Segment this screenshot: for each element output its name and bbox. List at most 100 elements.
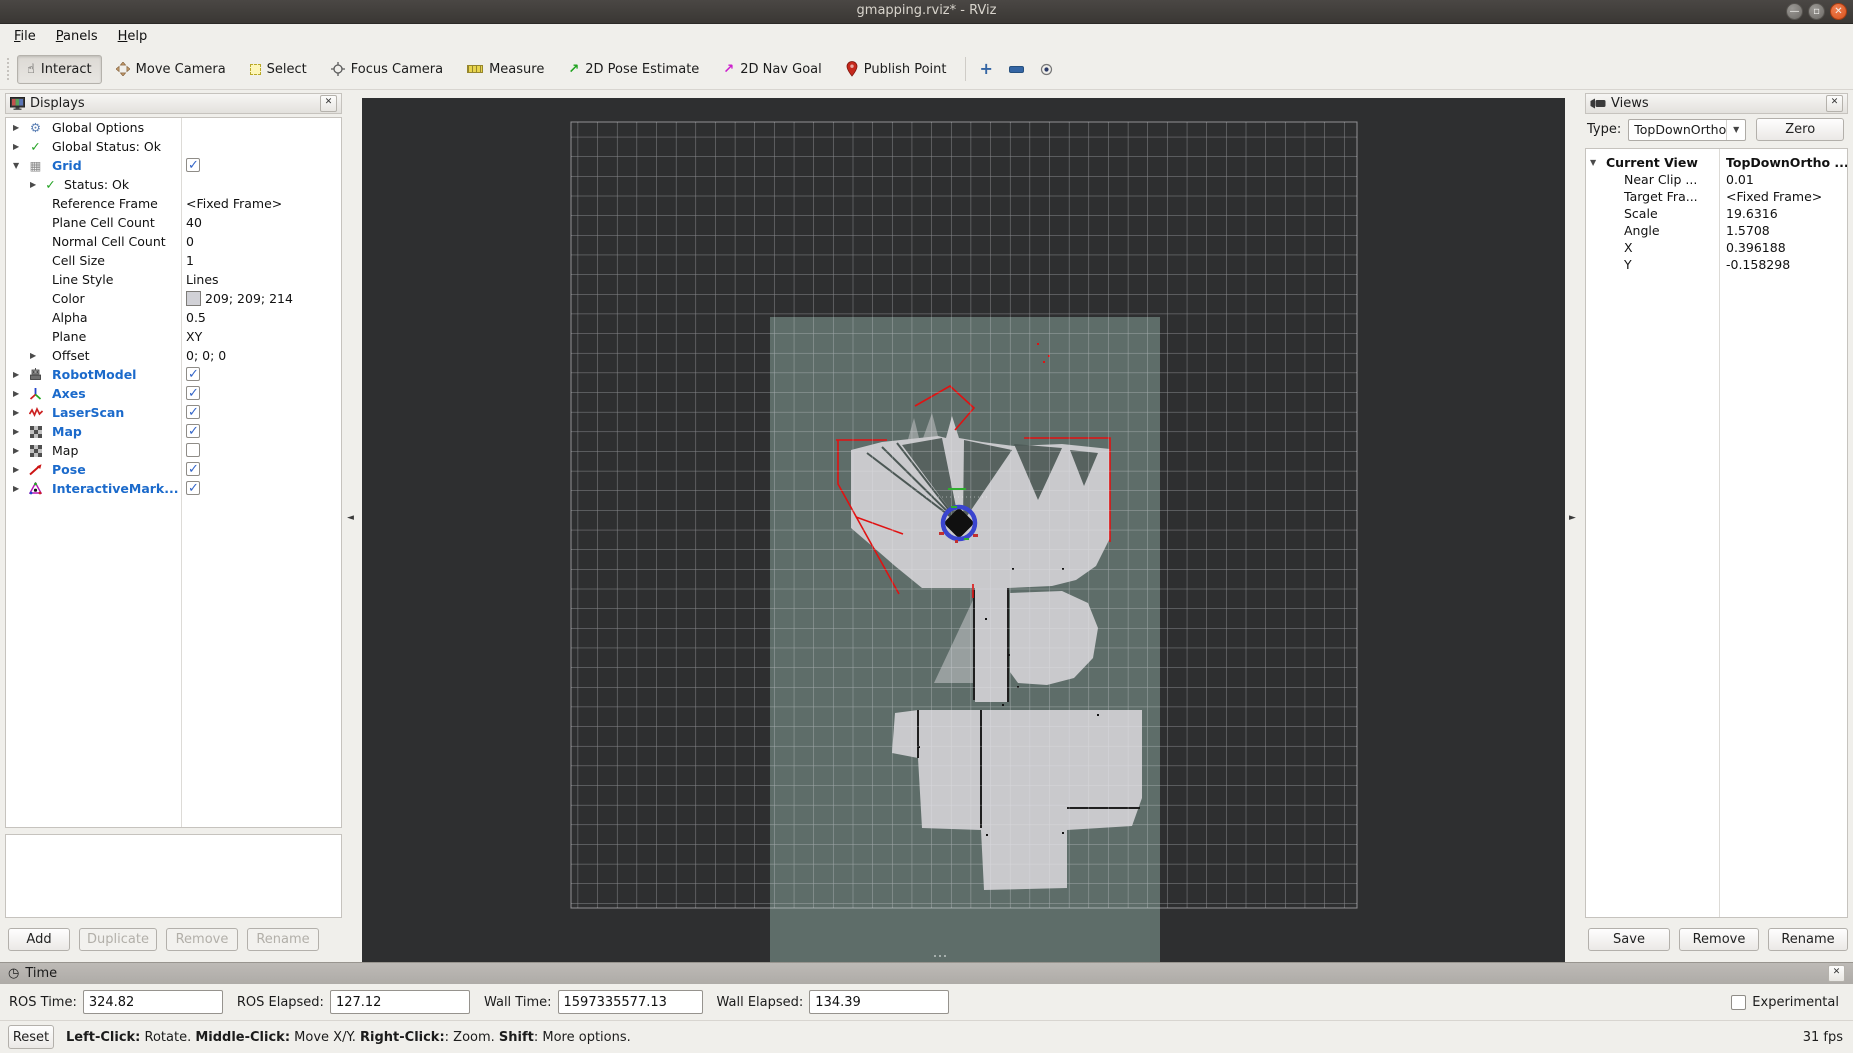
views-rename-button[interactable]: Rename (1768, 928, 1848, 951)
nav-goal-tool-button[interactable]: ↗ 2D Nav Goal (713, 55, 831, 84)
ros-elapsed-field: ROS Elapsed: (237, 990, 470, 1014)
grid-icon: ▦ (28, 156, 43, 175)
move-camera-tool-button[interactable]: Move Camera (106, 55, 236, 84)
remove-button[interactable]: Remove (166, 928, 238, 951)
row-x[interactable]: X 0.396188 (1586, 239, 1847, 256)
focus-view-button[interactable] (1034, 55, 1059, 84)
interact-tool-button[interactable]: ☝ Interact (17, 55, 102, 84)
displays-panel-title: Displays (30, 96, 85, 111)
row-y[interactable]: Y -0.158298 (1586, 256, 1847, 273)
robotmodel-visible-checkbox[interactable] (186, 367, 200, 381)
views-close-icon[interactable]: ✕ (1826, 95, 1843, 112)
row-offset[interactable]: ▶ Offset 0; 0; 0 (6, 346, 341, 365)
expander-icon[interactable]: ▼ (1590, 154, 1596, 171)
focus-camera-tool-button[interactable]: Focus Camera (321, 55, 453, 84)
time-panel-header[interactable]: ◷ Time ✕ (0, 962, 1853, 984)
maximize-button-icon[interactable]: ▫ (1808, 3, 1825, 20)
select-tool-button[interactable]: Select (240, 55, 317, 84)
row-laserscan[interactable]: ▶ LaserScan (6, 403, 341, 422)
map-canvas (362, 98, 1565, 962)
expander-icon[interactable]: ▶ (30, 175, 36, 194)
row-alpha[interactable]: Alpha 0.5 (6, 308, 341, 327)
row-global-status[interactable]: ▶ ✓ Global Status: Ok (6, 137, 341, 156)
eye-target-icon (1040, 63, 1053, 76)
duplicate-button[interactable]: Duplicate (79, 928, 157, 951)
row-pose[interactable]: ▶ Pose (6, 460, 341, 479)
view-type-combobox[interactable]: TopDownOrtho ( ▼ (1628, 119, 1746, 141)
property-description-box (5, 834, 342, 918)
row-target-frame[interactable]: Target Fra... <Fixed Frame> (1586, 188, 1847, 205)
save-button[interactable]: Save (1588, 928, 1670, 951)
row-global-options[interactable]: ▶ ⚙ Global Options (6, 118, 341, 137)
row-scale[interactable]: Scale 19.6316 (1586, 205, 1847, 222)
menu-file[interactable]: File (4, 26, 46, 47)
wall-elapsed-input[interactable] (809, 990, 949, 1014)
row-near-clip[interactable]: Near Clip ... 0.01 (1586, 171, 1847, 188)
row-map-2[interactable]: ▶ Map (6, 441, 341, 460)
interact-hand-icon: ☝ (27, 63, 35, 76)
collapse-right-arrow-icon[interactable]: ► (1569, 514, 1576, 523)
ros-elapsed-input[interactable] (330, 990, 470, 1014)
views-remove-button[interactable]: Remove (1679, 928, 1759, 951)
row-current-view[interactable]: ▼ Current View TopDownOrtho ... (1586, 154, 1847, 171)
expander-icon[interactable]: ▶ (13, 460, 19, 479)
displays-panel-header[interactable]: Displays ✕ (5, 93, 342, 114)
experimental-checkbox[interactable] (1731, 995, 1746, 1010)
interactivemarkers-visible-checkbox[interactable] (186, 481, 200, 495)
row-line-style[interactable]: Line Style Lines (6, 270, 341, 289)
row-grid[interactable]: ▼ ▦ Grid (6, 156, 341, 175)
pose-estimate-tool-button[interactable]: ↗ 2D Pose Estimate (558, 55, 709, 84)
row-reference-frame[interactable]: Reference Frame <Fixed Frame> (6, 194, 341, 213)
map1-visible-checkbox[interactable] (186, 424, 200, 438)
menu-panels[interactable]: Panels (46, 26, 108, 47)
toolbar-handle[interactable] (5, 56, 12, 82)
expander-icon[interactable]: ▶ (13, 365, 19, 384)
row-robotmodel[interactable]: ▶ RobotModel (6, 365, 341, 384)
ros-time-input[interactable] (83, 990, 223, 1014)
row-interactive-markers[interactable]: ▶ InteractiveMark... (6, 479, 341, 498)
row-color[interactable]: Color 209; 209; 214 (6, 289, 341, 308)
expander-icon[interactable]: ▶ (13, 384, 19, 403)
publish-point-tool-button[interactable]: Publish Point (836, 55, 957, 84)
expander-icon[interactable]: ▶ (13, 441, 19, 460)
row-angle[interactable]: Angle 1.5708 (1586, 222, 1847, 239)
views-panel-header[interactable]: Views ✕ (1585, 93, 1848, 114)
time-close-icon[interactable]: ✕ (1828, 965, 1845, 982)
minimize-button-icon[interactable]: — (1786, 3, 1803, 20)
menu-help[interactable]: Help (108, 26, 158, 47)
grid-visible-checkbox[interactable] (186, 158, 200, 172)
zero-button[interactable]: Zero (1756, 118, 1844, 141)
reset-button[interactable]: Reset (8, 1025, 54, 1049)
row-grid-status[interactable]: ▶ ✓ Status: Ok (6, 175, 341, 194)
row-normal-cell-count[interactable]: Normal Cell Count 0 (6, 232, 341, 251)
collapse-left-arrow-icon[interactable]: ◄ (347, 514, 354, 523)
status-bar: Reset Left-Click: Rotate. Middle-Click: … (0, 1020, 1853, 1053)
minus-icon (1009, 66, 1024, 73)
3d-viewport[interactable] (362, 98, 1565, 962)
expander-icon[interactable]: ▶ (13, 118, 19, 137)
row-map-1[interactable]: ▶ Map (6, 422, 341, 441)
zoom-in-button[interactable]: + (974, 55, 999, 84)
close-button-icon[interactable]: ✕ (1830, 3, 1847, 20)
expander-icon[interactable]: ▶ (13, 479, 19, 498)
add-button[interactable]: Add (8, 928, 70, 951)
expander-icon[interactable]: ▶ (30, 346, 36, 365)
zoom-out-button[interactable] (1003, 55, 1030, 84)
expander-icon[interactable]: ▶ (13, 137, 19, 156)
row-plane[interactable]: Plane XY (6, 327, 341, 346)
titlebar[interactable]: gmapping.rviz* - RViz — ▫ ✕ (0, 0, 1853, 24)
pose-visible-checkbox[interactable] (186, 462, 200, 476)
wall-time-input[interactable] (558, 990, 703, 1014)
expander-icon[interactable]: ▶ (13, 422, 19, 441)
expander-icon[interactable]: ▶ (13, 403, 19, 422)
row-axes[interactable]: ▶ Axes (6, 384, 341, 403)
rename-button[interactable]: Rename (247, 928, 319, 951)
row-plane-cell-count[interactable]: Plane Cell Count 40 (6, 213, 341, 232)
laserscan-visible-checkbox[interactable] (186, 405, 200, 419)
displays-close-icon[interactable]: ✕ (320, 95, 337, 112)
axes-visible-checkbox[interactable] (186, 386, 200, 400)
map2-visible-checkbox[interactable] (186, 443, 200, 457)
expander-icon[interactable]: ▼ (13, 156, 19, 175)
measure-tool-button[interactable]: Measure (457, 55, 554, 84)
row-cell-size[interactable]: Cell Size 1 (6, 251, 341, 270)
